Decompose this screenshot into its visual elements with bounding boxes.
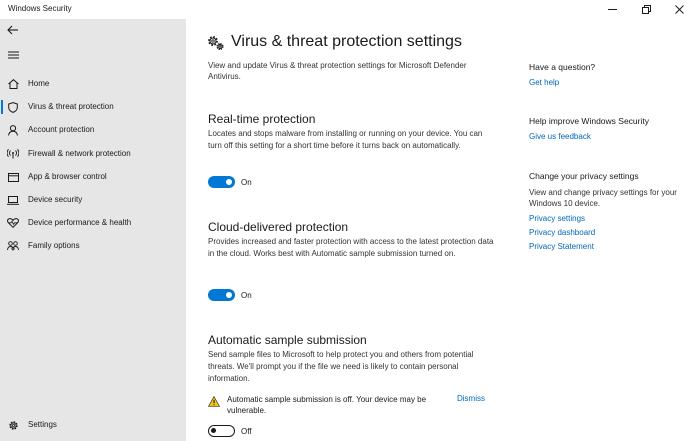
sidebar-item-label: Device security [28,195,83,204]
section-cloud-delivered-protection: Cloud-delivered protection Provides incr… [208,220,498,260]
toggle-state-label: On [241,290,252,300]
section-automatic-sample-submission: Automatic sample submission Send sample … [208,333,498,385]
laptop-icon [7,194,19,206]
back-arrow-icon [7,22,19,40]
page-description: View and update Virus & threat protectio… [208,61,467,81]
real-time-protection-toggle[interactable] [208,176,235,188]
section-title: Real-time protection [208,112,316,126]
sidebar-item-family-options[interactable]: Family options [0,235,186,257]
automatic-sample-submission-toggle-row: Off [208,424,252,438]
feedback-link[interactable]: Give us feedback [529,132,689,141]
sidebar-item-firewall-network-protection[interactable]: Firewall & network protection [0,143,186,165]
sidebar: Home Virus & threat protection Account p… [0,19,186,441]
section-description: Send sample files to Microsoft to help p… [208,350,474,383]
toggle-state-label: Off [241,426,252,436]
toggle-knob [211,428,216,433]
sidebar-item-label: App & browser control [28,172,107,181]
wifi-antenna-icon [7,148,19,160]
minimize-icon [608,5,617,14]
dismiss-link[interactable]: Dismiss [457,394,485,403]
restore-button[interactable] [630,0,663,19]
privacy-settings-link[interactable]: Privacy settings [529,214,689,223]
sidebar-item-device-performance-health[interactable]: Device performance & health [0,212,186,234]
help-question-block: Have a question? Get help [529,62,689,87]
shield-icon [7,101,19,113]
privacy-block: Change your privacy settings View and ch… [529,171,689,251]
gears-icon [207,34,225,52]
cloud-delivered-protection-toggle-row: On [208,288,252,302]
person-icon [7,124,19,136]
toggle-knob [226,292,232,298]
main-content: Virus & threat protection settings View … [186,19,516,441]
section-real-time-protection: Real-time protection Locates and stops m… [208,112,498,152]
privacy-description: View and change privacy settings for you… [529,188,677,208]
back-button[interactable] [6,24,20,38]
toggle-knob [226,179,232,185]
warning-text: Automatic sample submission is off. Your… [227,395,427,415]
sidebar-item-virus-threat-protection[interactable]: Virus & threat protection [0,96,186,118]
restore-icon [642,5,651,14]
help-improve-block: Help improve Windows Security Give us fe… [529,116,689,141]
sidebar-item-label: Device performance & health [28,218,132,227]
sidebar-item-label: Home [28,79,50,88]
sidebar-item-label: Virus & threat protection [28,102,114,111]
menu-button[interactable] [6,48,20,62]
sidebar-item-account-protection[interactable]: Account protection [0,119,186,141]
family-icon [7,240,19,252]
sidebar-item-label: Settings [28,420,57,429]
cloud-delivered-protection-toggle[interactable] [208,289,235,301]
home-icon [7,78,19,90]
hamburger-menu-icon [7,46,19,64]
privacy-statement-link[interactable]: Privacy Statement [529,242,689,251]
sidebar-item-settings[interactable]: Settings [0,414,186,436]
section-title: Automatic sample submission [208,333,367,347]
close-button[interactable] [663,0,696,19]
section-description: Locates and stops malware from installin… [208,129,483,150]
improve-heading: Help improve Windows Security [529,116,649,126]
sidebar-item-label: Firewall & network protection [28,149,131,158]
toggle-state-label: On [241,177,252,187]
real-time-protection-toggle-row: On [208,175,252,189]
close-icon [675,5,684,14]
sidebar-item-label: Family options [28,241,80,250]
title-bar: Windows Security [0,0,696,19]
sidebar-item-home[interactable]: Home [0,73,186,95]
section-title: Cloud-delivered protection [208,220,349,234]
sidebar-item-label: Account protection [28,125,95,134]
sample-submission-warning: Automatic sample submission is off. Your… [207,392,498,416]
browser-window-icon [7,171,19,183]
heart-icon [7,217,19,229]
get-help-link[interactable]: Get help [529,78,689,87]
warning-triangle-icon [207,394,221,407]
page-title: Virus & threat protection settings [231,33,462,50]
question-heading: Have a question? [529,62,596,72]
privacy-heading: Change your privacy settings [529,171,639,181]
privacy-dashboard-link[interactable]: Privacy dashboard [529,228,689,237]
sidebar-item-device-security[interactable]: Device security [0,189,186,211]
automatic-sample-submission-toggle[interactable] [208,425,235,437]
sidebar-item-app-browser-control[interactable]: App & browser control [0,166,186,188]
window-title: Windows Security [8,4,72,13]
gear-icon [7,419,19,431]
minimize-button[interactable] [596,0,629,19]
section-description: Provides increased and faster protection… [208,237,494,258]
